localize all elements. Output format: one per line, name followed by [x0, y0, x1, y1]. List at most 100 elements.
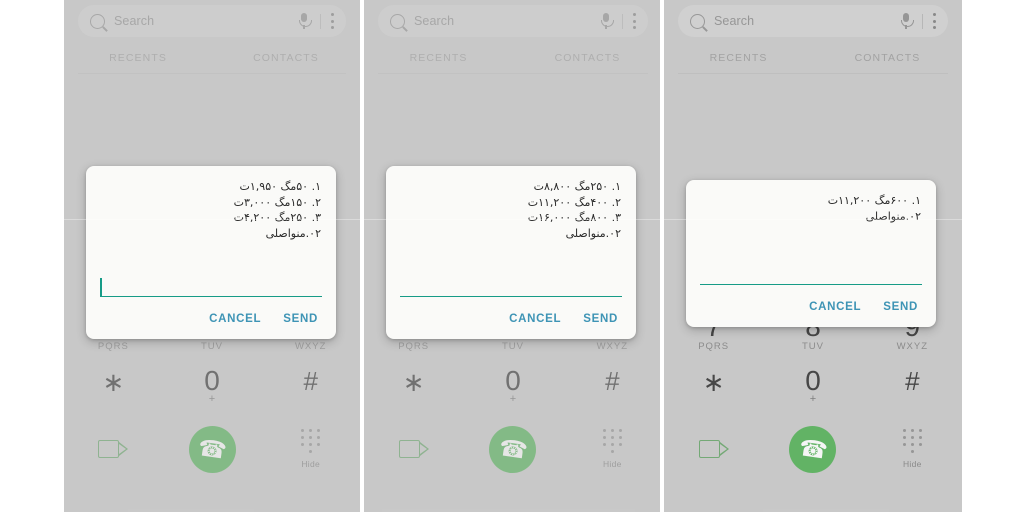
- key-9-letters: WXYZ: [596, 341, 629, 352]
- key-hash-glyph: #: [605, 366, 620, 396]
- key-0-number: 0: [805, 365, 821, 396]
- call-button[interactable]: ☎: [188, 425, 236, 473]
- phone-screen-3: Search RECENTS CONTACTS 7 PQRS 8 TUV: [664, 0, 962, 512]
- call-button[interactable]: ☎: [489, 425, 537, 473]
- call-button-wrap: ☎: [763, 420, 862, 478]
- tab-recents[interactable]: RECENTS: [64, 45, 212, 73]
- hide-label: Hide: [602, 459, 622, 469]
- key-hash-glyph: #: [905, 366, 920, 396]
- key-hash-glyph: #: [303, 366, 318, 396]
- dial-pad-1: 7 PQRS 8 TUV 9 WXYZ ∗ 0 +: [64, 312, 360, 512]
- search-bar-2[interactable]: Search: [378, 5, 648, 37]
- key-star[interactable]: ∗: [664, 366, 763, 420]
- search-bar-3[interactable]: Search: [678, 5, 948, 37]
- send-button[interactable]: SEND: [883, 301, 918, 313]
- search-input[interactable]: Search: [714, 14, 899, 28]
- cancel-button[interactable]: CANCEL: [209, 313, 261, 325]
- ussd-dialog-3: ۱. ۶۰۰مگ ۱۱,۲۰۰ت ۰۲.منواصلی CANCEL SEND: [686, 180, 936, 327]
- dialog-actions-1: CANCEL SEND: [86, 313, 336, 339]
- key-0-plus: +: [809, 393, 817, 405]
- keypad-row-star0hash: ∗ 0 + #: [664, 366, 962, 420]
- microphone-icon[interactable]: [599, 12, 614, 30]
- microphone-icon[interactable]: [297, 12, 312, 30]
- video-call-button[interactable]: [364, 420, 463, 478]
- cancel-button[interactable]: CANCEL: [509, 313, 561, 325]
- dialog-actions-2: CANCEL SEND: [386, 313, 636, 339]
- key-0[interactable]: 0 +: [463, 366, 562, 420]
- phone-handset-icon: ☎: [196, 433, 229, 464]
- ussd-dialog-2: ۱. ۲۵۰مگ ۸,۸۰۰ت ۲. ۴۰۰مگ ۱۱,۲۰۰ت ۳. ۸۰۰م…: [386, 166, 636, 339]
- key-0-number: 0: [204, 365, 220, 396]
- tab-contacts[interactable]: CONTACTS: [813, 45, 962, 73]
- ussd-dialog-1: ۱. ۵۰مگ ۱,۹۵۰ت ۲. ۱۵۰مگ ۳,۰۰۰ت ۳. ۲۵۰مگ …: [86, 166, 336, 339]
- ussd-message-3: ۱. ۶۰۰مگ ۱۱,۲۰۰ت ۰۲.منواصلی: [827, 194, 921, 223]
- keypad-row-star0hash: ∗ 0 + #: [364, 366, 662, 420]
- keypad-action-row: ☎ Hide: [64, 420, 360, 478]
- tab-bar-3: RECENTS CONTACTS: [664, 45, 962, 73]
- phone-screen-1: Search RECENTS CONTACTS 7 PQRS 8 TUV: [64, 0, 360, 512]
- search-input[interactable]: Search: [414, 14, 599, 28]
- video-camera-icon: [698, 439, 729, 459]
- video-call-button[interactable]: [664, 420, 763, 478]
- search-icon: [390, 13, 405, 29]
- screenshot-stage: Search RECENTS CONTACTS 7 PQRS 8 TUV: [0, 0, 1024, 512]
- send-button[interactable]: SEND: [283, 313, 318, 325]
- panel-gap-1: [360, 0, 364, 512]
- phone-handset-icon: ☎: [497, 433, 530, 464]
- video-camera-icon: [398, 439, 429, 459]
- search-icon: [690, 13, 705, 29]
- tab-recents[interactable]: RECENTS: [664, 45, 813, 73]
- key-star[interactable]: ∗: [364, 366, 463, 420]
- text-caret: [100, 278, 102, 296]
- key-hash[interactable]: #: [261, 366, 360, 420]
- ussd-input-wrap-3: [700, 224, 922, 285]
- key-star-glyph: ∗: [102, 367, 125, 397]
- microphone-icon[interactable]: [899, 12, 914, 30]
- call-button[interactable]: ☎: [789, 425, 837, 473]
- key-star[interactable]: ∗: [64, 366, 163, 420]
- video-call-button[interactable]: [64, 420, 163, 478]
- dial-pad-3: 7 PQRS 8 TUV 9 WXYZ ∗ 0 +: [664, 312, 962, 512]
- call-button-wrap: ☎: [163, 420, 262, 478]
- key-0[interactable]: 0 +: [163, 366, 262, 420]
- hide-keypad-button[interactable]: Hide: [863, 420, 962, 478]
- keypad-action-row: ☎ Hide: [664, 420, 962, 478]
- kebab-menu-icon[interactable]: [330, 13, 334, 29]
- search-divider: [622, 13, 623, 29]
- key-0-plus: +: [509, 393, 517, 405]
- tab-recents[interactable]: RECENTS: [364, 45, 513, 73]
- kebab-menu-icon[interactable]: [932, 13, 936, 29]
- key-8-letters: TUV: [801, 341, 824, 352]
- key-hash[interactable]: #: [563, 366, 662, 420]
- tab-contacts[interactable]: CONTACTS: [513, 45, 662, 73]
- keypad-dots-icon: [599, 429, 625, 453]
- key-8-letters: TUV: [501, 341, 524, 352]
- video-camera-icon: [98, 439, 129, 459]
- search-bar-1[interactable]: Search: [78, 5, 346, 37]
- dial-pad-2: 7 PQRS 8 TUV 9 WXYZ ∗ 0 +: [364, 312, 662, 512]
- kebab-menu-icon[interactable]: [632, 13, 636, 29]
- panel-gap-2: [660, 0, 664, 512]
- hide-keypad-button[interactable]: Hide: [563, 420, 662, 478]
- ussd-message-2: ۱. ۲۵۰مگ ۸,۸۰۰ت ۲. ۴۰۰مگ ۱۱,۲۰۰ت ۳. ۸۰۰م…: [527, 180, 621, 240]
- send-button[interactable]: SEND: [583, 313, 618, 325]
- ussd-input-wrap-2: [400, 241, 622, 297]
- key-star-glyph: ∗: [402, 367, 425, 397]
- ussd-reply-input-1[interactable]: [100, 278, 322, 297]
- tab-bar-1: RECENTS CONTACTS: [64, 45, 360, 73]
- phone-screen-2: Search RECENTS CONTACTS 7 PQRS 8 TUV: [364, 0, 662, 512]
- tab-contacts[interactable]: CONTACTS: [212, 45, 360, 73]
- key-0[interactable]: 0 +: [763, 366, 862, 420]
- key-hash[interactable]: #: [863, 366, 962, 420]
- search-input[interactable]: Search: [114, 14, 297, 28]
- hide-label: Hide: [301, 459, 321, 469]
- search-divider: [922, 13, 923, 29]
- phone-handset-icon: ☎: [797, 433, 830, 464]
- key-7-letters: PQRS: [398, 341, 430, 352]
- ussd-reply-input-2[interactable]: [400, 295, 622, 297]
- cancel-button[interactable]: CANCEL: [809, 301, 861, 313]
- key-star-glyph: ∗: [702, 367, 725, 397]
- key-7-letters: PQRS: [698, 341, 730, 352]
- ussd-reply-input-3[interactable]: [700, 283, 922, 285]
- hide-keypad-button[interactable]: Hide: [261, 420, 360, 478]
